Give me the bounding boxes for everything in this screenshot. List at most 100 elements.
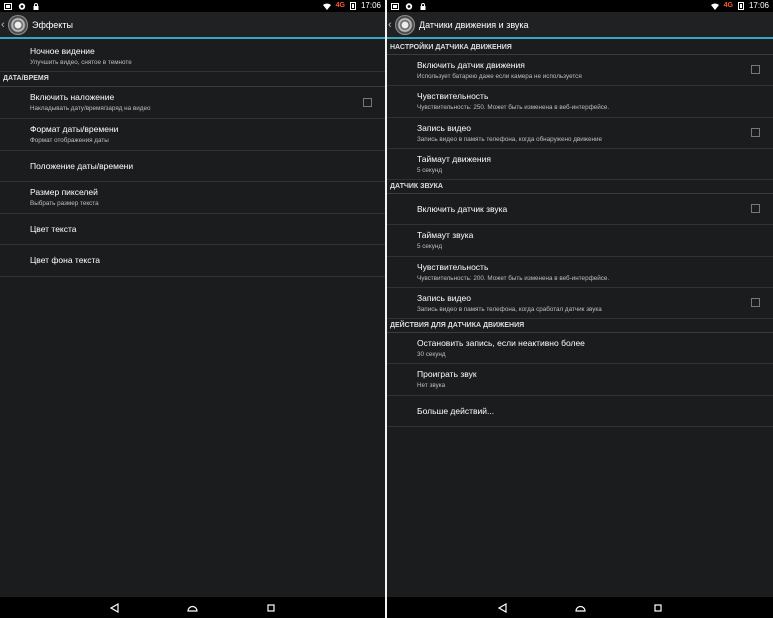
pref-title: Включить датчик звука [417, 203, 508, 214]
notification-icons [4, 0, 40, 12]
section-header-sound: ДАТЧИК ЗВУКА [387, 180, 773, 194]
pref-summary: Чувствительность: 200. Может быть измене… [417, 274, 610, 282]
pref-title: Больше действий... [417, 405, 495, 416]
pref-title: Таймаут движения [417, 153, 491, 164]
back-chevron-icon[interactable]: ‹ [1, 19, 8, 31]
pref-datetime-format[interactable]: Формат даты/времени Формат отображения д… [0, 119, 385, 151]
pref-sound-timeout[interactable]: Таймаут звука 5 секунд [387, 225, 773, 257]
pref-summary: Использует батарею даже если камера не и… [417, 72, 582, 80]
system-icons: 4G 17:06 [322, 0, 381, 12]
pref-title: Положение даты/времени [30, 160, 134, 171]
pref-title: Размер пикселей [30, 187, 98, 197]
overlay-checkbox[interactable] [363, 97, 372, 107]
effects-screen: 4G 17:06 ‹ Эффекты Ночное видение Улучши… [0, 0, 385, 618]
preferences-list: Ночное видение Улучшить видео, снятое в … [0, 41, 385, 597]
network-type: 4G [723, 2, 733, 9]
page-title: Эффекты [32, 19, 73, 30]
pref-stop-recording-inactive[interactable]: Остановить запись, если неактивно более … [387, 333, 773, 364]
status-bar: 4G 17:06 [387, 0, 773, 12]
page-title: Датчики движения и звука [419, 19, 529, 30]
pref-motion-record-video[interactable]: Запись видео Запись видео в память телеф… [387, 118, 773, 149]
network-type: 4G [335, 2, 345, 9]
pref-summary: Улучшить видео, снятое в темноте [30, 58, 132, 66]
motion-sound-sensors-screen: 4G 17:06 ‹ Датчики движения и звука НАСТ… [387, 0, 773, 618]
sound-sensor-checkbox[interactable] [751, 204, 760, 213]
pref-summary: Накладывать дату/время/заряд на видео [30, 105, 151, 112]
pref-summary: Запись видео в память телефона, когда ср… [417, 305, 602, 313]
clock: 17:06 [360, 1, 381, 10]
home-button[interactable] [570, 601, 590, 615]
pref-title: Чувствительность [417, 91, 489, 101]
battery-icon [349, 2, 356, 10]
pref-motion-timeout[interactable]: Таймаут движения 5 секунд [387, 149, 773, 180]
split-screen: 4G 17:06 ‹ Эффекты Ночное видение Улучши… [0, 0, 773, 618]
action-bar: ‹ Датчики движения и звука [387, 12, 773, 39]
pref-pixel-size[interactable]: Размер пикселей Выбрать размер текста [0, 182, 385, 214]
status-bar: 4G 17:06 [0, 0, 385, 12]
pref-play-sound[interactable]: Проиграть звук Нет звука [387, 364, 773, 396]
recents-icon [266, 603, 275, 612]
pref-title: Формат даты/времени [30, 124, 119, 134]
recents-icon [654, 603, 662, 612]
pref-sound-record-video[interactable]: Запись видео Запись видео в память телеф… [387, 288, 773, 319]
pref-title: Запись видео [417, 122, 471, 133]
sound-record-checkbox[interactable] [751, 298, 760, 307]
action-bar: ‹ Эффекты [0, 12, 385, 39]
home-icon [574, 605, 586, 612]
recents-button[interactable] [648, 601, 668, 615]
pref-summary: 5 секунд [417, 166, 443, 174]
navigation-bar [387, 597, 773, 618]
pref-title: Чувствительность [417, 261, 489, 272]
media-icon [391, 2, 399, 10]
system-icons: 4G 17:06 [710, 0, 769, 12]
android-icon [18, 2, 26, 10]
pref-summary: 30 секунд [417, 350, 446, 358]
pref-summary: Выбрать размер текста [30, 200, 99, 207]
pref-enable-overlay[interactable]: Включить наложение Накладывать дату/врем… [0, 87, 385, 119]
back-triangle-icon [110, 602, 119, 613]
pref-title: Включить датчик движения [417, 59, 525, 70]
wifi-icon [322, 3, 331, 10]
pref-title: Цвет текста [30, 223, 77, 234]
clock: 17:06 [748, 1, 769, 10]
lock-icon [33, 2, 39, 10]
pref-summary: Запись видео в память телефона, когда об… [417, 135, 603, 143]
section-header-actions: ДЕЙСТВИЯ ДЛЯ ДАТЧИКА ДВИЖЕНИЯ [387, 319, 773, 333]
home-button[interactable] [183, 601, 203, 615]
wifi-icon [710, 3, 719, 10]
back-triangle-icon [497, 602, 507, 613]
pref-night-vision[interactable]: Ночное видение Улучшить видео, снятое в … [0, 41, 385, 72]
pref-title: Таймаут звука [417, 230, 474, 240]
back-chevron-icon[interactable]: ‹ [388, 19, 395, 31]
motion-sensor-checkbox[interactable] [751, 65, 760, 74]
pref-more-actions[interactable]: Больше действий... [387, 396, 773, 427]
pref-title: Ночное видение [30, 45, 95, 56]
media-icon [4, 2, 12, 10]
lock-icon [420, 2, 426, 10]
pref-summary: Формат отображения даты [30, 137, 109, 144]
pref-summary: Чувствительность: 250. Может быть измене… [417, 104, 610, 111]
pref-sound-sensitivity[interactable]: Чувствительность Чувствительность: 200. … [387, 257, 773, 288]
pref-enable-sound-sensor[interactable]: Включить датчик звука [387, 194, 773, 225]
pref-summary: Нет звука [417, 382, 446, 389]
recents-button[interactable] [261, 601, 281, 615]
back-button[interactable] [492, 601, 512, 615]
pref-text-background-color[interactable]: Цвет фона текста [0, 245, 385, 277]
pref-title: Проиграть звук [417, 369, 477, 379]
back-button[interactable] [105, 601, 125, 615]
pref-title: Включить наложение [30, 92, 115, 102]
pref-title: Остановить запись, если неактивно более [417, 337, 585, 348]
battery-icon [737, 2, 744, 10]
pref-datetime-position[interactable]: Положение даты/времени [0, 151, 385, 182]
motion-record-checkbox[interactable] [751, 128, 760, 137]
section-header-motion: НАСТРОЙКИ ДАТЧИКА ДВИЖЕНИЯ [387, 41, 773, 55]
navigation-bar [0, 597, 385, 618]
pref-text-color[interactable]: Цвет текста [0, 214, 385, 245]
pref-enable-motion-sensor[interactable]: Включить датчик движения Использует бата… [387, 55, 773, 86]
pref-motion-sensitivity[interactable]: Чувствительность Чувствительность: 250. … [387, 86, 773, 118]
pref-summary: 5 секунд [417, 243, 443, 250]
app-logo-icon[interactable] [395, 14, 415, 35]
section-header-datetime: ДАТА/ВРЕМЯ [0, 72, 385, 87]
app-logo-icon[interactable] [8, 14, 28, 35]
pref-title: Цвет фона текста [30, 255, 101, 265]
